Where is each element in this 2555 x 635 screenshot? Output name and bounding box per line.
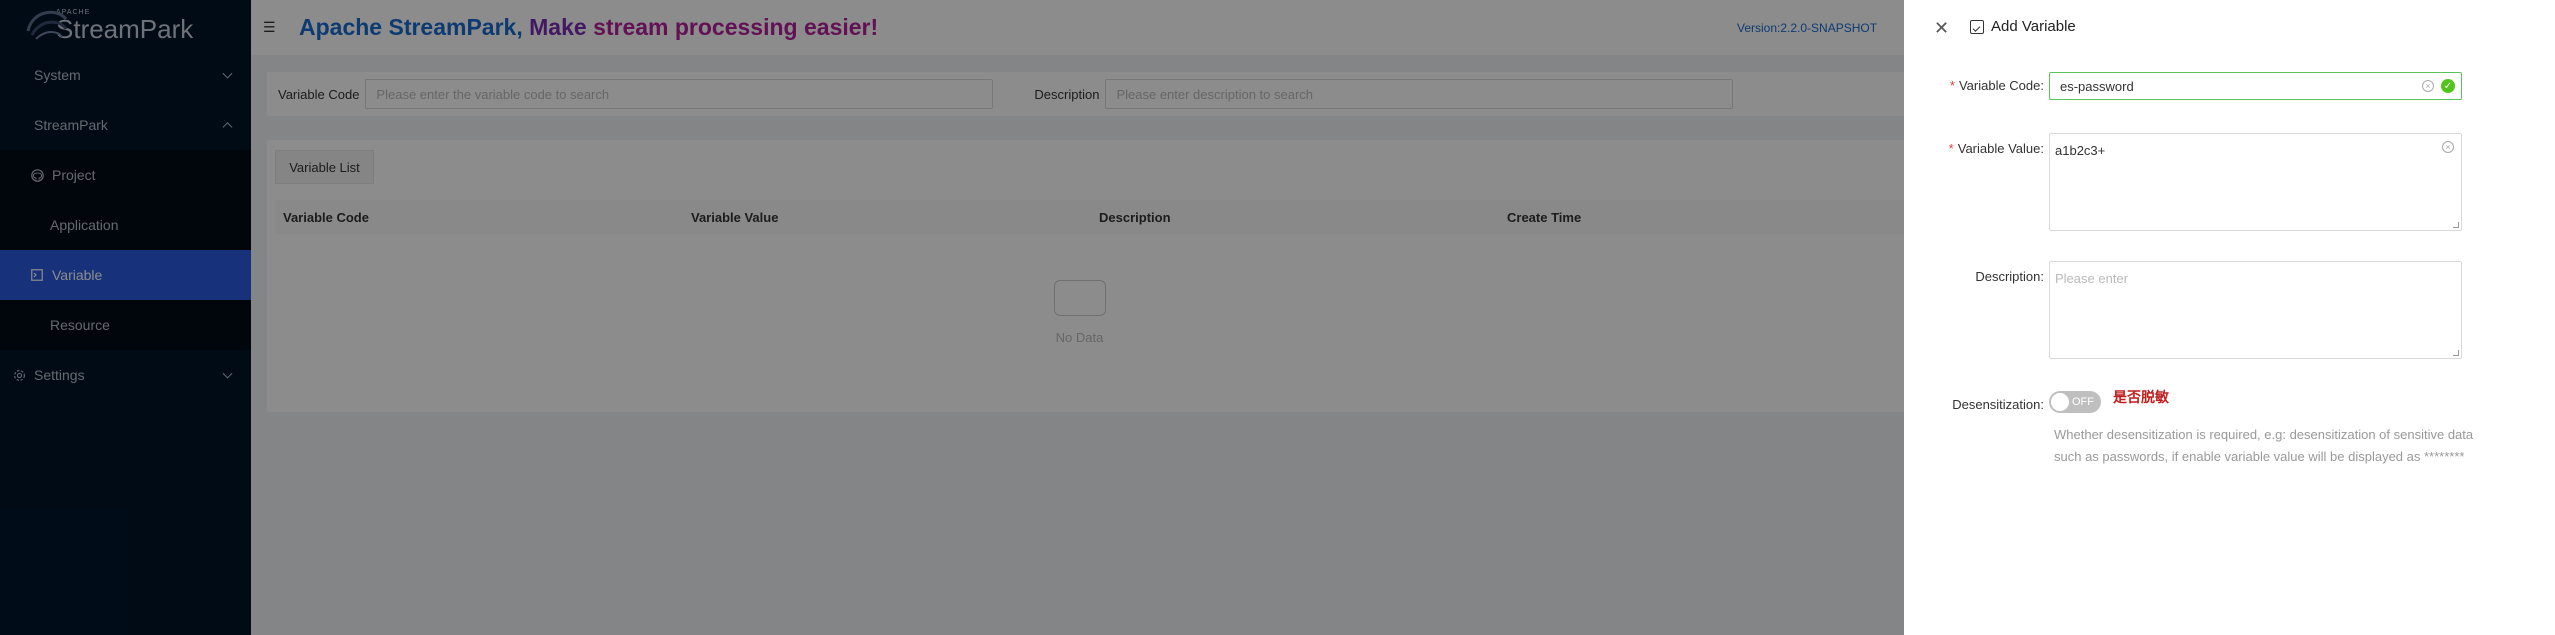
- desensitization-help: Whether desensitization is required, e.g…: [2054, 427, 2474, 464]
- desensitization-note: 是否脱敏: [2113, 389, 2169, 405]
- clear-icon[interactable]: ×: [2442, 141, 2454, 153]
- check-circle-icon: ✓: [2441, 79, 2455, 93]
- variable-value-textarea[interactable]: a1b2c3+ ×: [2049, 133, 2462, 231]
- description-label: Description:: [1975, 269, 2044, 284]
- clear-icon[interactable]: ×: [2422, 80, 2434, 92]
- resize-handle[interactable]: [2453, 222, 2459, 228]
- drawer-title-text: Add Variable: [1991, 18, 2076, 35]
- variable-value-text: a1b2c3+: [2055, 143, 2106, 158]
- drawer-mask[interactable]: [0, 0, 1904, 635]
- variable-code-value: es-password: [2060, 78, 2134, 94]
- add-variable-drawer: ✕ Add Variable * Variable Code: es-passwo…: [1904, 0, 2555, 635]
- variable-value-label: * Variable Value:: [1948, 141, 2044, 156]
- resize-handle[interactable]: [2453, 350, 2459, 356]
- toggle-state-text: OFF: [2072, 396, 2094, 408]
- drawer-title: Add Variable: [1970, 18, 2076, 35]
- description-placeholder: Please enter: [2055, 271, 2128, 286]
- desensitization-toggle[interactable]: OFF: [2049, 391, 2101, 413]
- desensitization-label: Desensitization:: [1952, 397, 2044, 412]
- variable-code-input[interactable]: es-password × ✓: [2049, 72, 2462, 100]
- variable-code-label: * Variable Code:: [1949, 78, 2044, 93]
- description-textarea[interactable]: Please enter: [2049, 261, 2462, 359]
- code-icon: [1970, 19, 1984, 34]
- close-icon[interactable]: ✕: [1934, 18, 1949, 39]
